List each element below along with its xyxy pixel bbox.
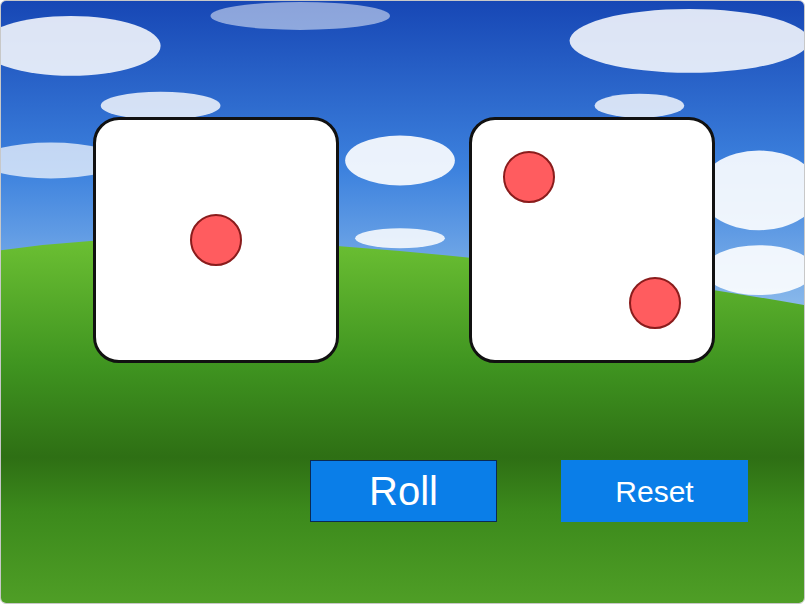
die — [469, 117, 715, 363]
dice-app: Roll Reset — [0, 0, 805, 604]
pip — [629, 277, 681, 329]
pip — [190, 214, 242, 266]
button-row: Roll Reset — [310, 460, 804, 522]
dice-row — [93, 117, 804, 363]
roll-button[interactable]: Roll — [310, 460, 497, 522]
die — [93, 117, 339, 363]
pip — [503, 151, 555, 203]
reset-button[interactable]: Reset — [561, 460, 748, 522]
